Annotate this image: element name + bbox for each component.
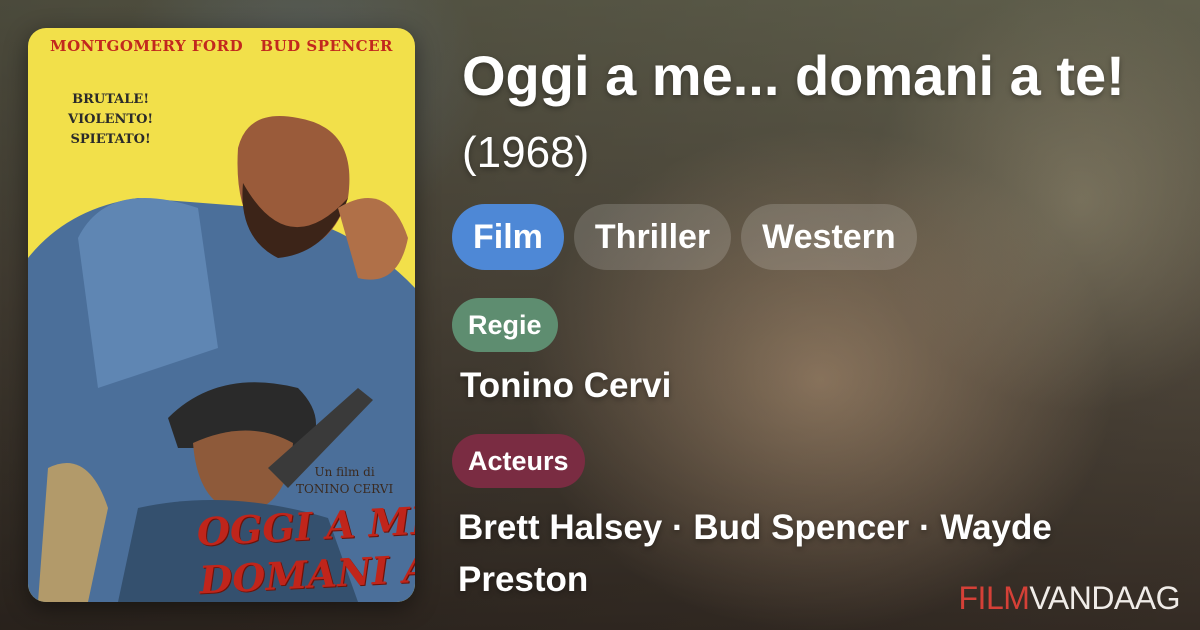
genre-tag-western[interactable]: Western	[741, 204, 917, 270]
genre-tag-thriller[interactable]: Thriller	[573, 204, 732, 270]
poster-title-line: DOMANI A TE!	[198, 541, 415, 602]
site-logo-part-2: VANDAAG	[1029, 580, 1180, 616]
poster-billing: MONTGOMERY FORD BUD SPENCER	[28, 28, 415, 64]
poster-credit-line: TONINO CERVI	[296, 482, 394, 496]
poster-tagline-line: VIOLENTO!	[68, 112, 154, 127]
genre-tags: Film Thriller Western	[452, 204, 917, 270]
poster-tagline: BRUTALE! VIOLENTO! SPIETATO!	[68, 90, 153, 150]
movie-title-text: Oggi a me... domani a te!	[462, 44, 1125, 107]
site-logo[interactable]: FILM VANDAAG	[959, 578, 1181, 618]
cast-label: Acteurs	[452, 434, 585, 488]
director-name[interactable]: Tonino Cervi	[460, 364, 671, 408]
director-label: Regie	[452, 298, 558, 352]
genre-tag-film[interactable]: Film	[452, 204, 564, 270]
poster-actor-2: BUD SPENCER	[260, 37, 393, 55]
poster-tagline-line: SPIETATO!	[70, 132, 151, 147]
poster-title: OGGI A ME... DOMANI A TE!	[196, 495, 415, 602]
poster-actor-1: MONTGOMERY FORD	[50, 37, 244, 55]
movie-poster[interactable]: MONTGOMERY FORD BUD SPENCER BRUTALE! VIO…	[28, 28, 415, 602]
poster-credit-line: Un film di	[314, 465, 375, 479]
movie-title: Oggi a me... domani a te! (1968)	[462, 40, 1162, 189]
site-logo-part-1: FILM	[958, 580, 1030, 616]
movie-year: (1968)	[462, 128, 590, 177]
poster-tagline-line: BRUTALE!	[72, 92, 150, 107]
poster-director-credit: Un film di TONINO CERVI	[296, 464, 393, 498]
